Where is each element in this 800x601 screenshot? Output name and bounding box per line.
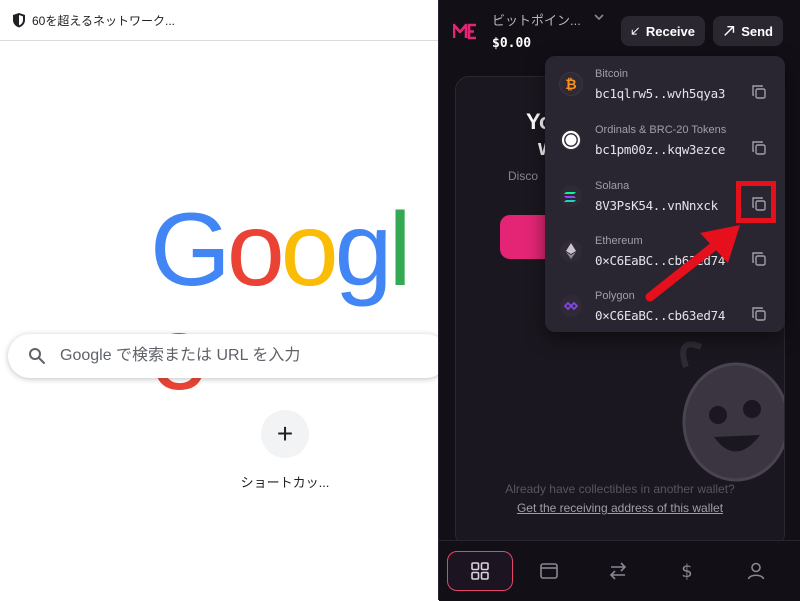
grid-icon	[471, 562, 489, 580]
card-note: Already have collectibles in another wal…	[505, 482, 735, 496]
search-input[interactable]	[58, 346, 422, 366]
copy-icon[interactable]	[751, 84, 767, 100]
logo-letter: o	[280, 192, 339, 308]
browser-tab[interactable]: 60を超えるネットワーク...	[4, 6, 183, 34]
chain-name: Ethereum	[595, 235, 643, 247]
solana-icon	[559, 184, 583, 208]
swap-icon	[609, 562, 627, 580]
browser-tab-bar: 60を超えるネットワーク...	[0, 0, 438, 41]
copy-icon[interactable]	[751, 251, 767, 267]
ordinals-icon	[559, 128, 583, 152]
send-button[interactable]: Send	[713, 16, 783, 46]
copy-icon[interactable]	[751, 140, 767, 156]
logo-letter: g	[334, 192, 393, 308]
address-item-ordinals[interactable]: Ordinals & BRC-20 Tokens bc1pm00z..kqw3e…	[545, 114, 785, 166]
nav-home[interactable]	[447, 551, 513, 591]
bottom-nav: $	[439, 540, 800, 601]
chain-address: 0×C6EaBC..cb63ed74	[595, 308, 726, 323]
nav-profile[interactable]	[723, 551, 789, 591]
search-box[interactable]	[8, 334, 448, 378]
send-label: Send	[741, 23, 773, 39]
chain-name: Polygon	[595, 290, 635, 302]
receive-button[interactable]: Receive	[621, 16, 705, 46]
add-shortcut[interactable]: + ショートカッ...	[237, 410, 333, 491]
annotation-arrow	[645, 225, 740, 302]
shield-icon	[13, 13, 25, 28]
chevron-down-icon[interactable]	[593, 12, 605, 22]
new-tab-page: Google + ショートカッ...	[0, 41, 448, 600]
chain-name: Solana	[595, 180, 630, 192]
chain-address: 8V3PsK54..vnNnxck	[595, 198, 718, 213]
nav-swap[interactable]	[585, 551, 651, 591]
shortcut-label: ショートカッ...	[240, 475, 330, 490]
magic-eden-logo	[453, 23, 476, 40]
svg-text:$: $	[681, 561, 692, 582]
card-subtitle: Disco	[508, 169, 539, 183]
receive-label: Receive	[645, 23, 695, 39]
bitcoin-icon: ₿	[559, 72, 583, 96]
logo-letter: G	[150, 192, 231, 308]
nav-wallet[interactable]	[516, 551, 582, 591]
polygon-icon	[559, 294, 583, 318]
logo-letter: o	[226, 192, 285, 308]
receiving-address-link[interactable]: Get the receiving address of this wallet	[456, 501, 784, 515]
chain-address: bc1qlrw5..wvh5qya3	[595, 86, 726, 101]
profile-icon	[747, 562, 765, 580]
add-shortcut-button[interactable]: +	[261, 410, 309, 458]
arrow-up-right-icon	[724, 25, 735, 36]
nav-dollar[interactable]: $	[654, 551, 720, 591]
arrow-down-left-icon	[631, 27, 639, 35]
chain-name: Bitcoin	[595, 68, 629, 80]
copy-icon[interactable]	[751, 306, 767, 322]
wallet-icon	[540, 563, 558, 579]
dollar-icon: $	[681, 561, 692, 582]
chain-name: Ordinals & BRC-20 Tokens	[595, 124, 727, 136]
address-item-bitcoin[interactable]: ₿ Bitcoin bc1qlrw5..wvh5qya3	[545, 58, 785, 110]
wallet-balance: $0.00	[492, 36, 532, 51]
wallet-header: ビットポイン... $0.00 Receive Send	[439, 0, 800, 62]
ethereum-icon	[559, 239, 583, 263]
svg-text:₿: ₿	[565, 77, 576, 93]
account-name[interactable]: ビットポイン...	[492, 10, 581, 29]
chain-address: bc1pm00z..kqw3ezce	[595, 142, 726, 157]
search-icon	[29, 348, 45, 364]
logo-letter: l	[388, 192, 411, 308]
tab-title: 60を超えるネットワーク...	[32, 13, 175, 28]
